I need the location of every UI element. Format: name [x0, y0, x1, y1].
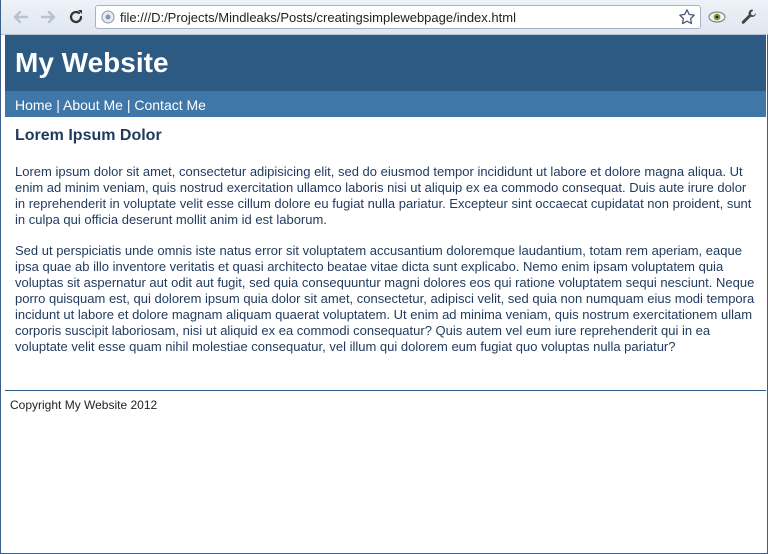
nav-link-about-me[interactable]: About Me: [63, 97, 123, 113]
site-title: My Website: [15, 47, 169, 78]
paragraph: Sed ut perspiciatis unde omnis iste natu…: [15, 243, 755, 354]
web-page: My Website Home | About Me | Contact Me …: [5, 35, 766, 551]
browser-toolbar: file:///D:/Projects/Mindleaks/Posts/crea…: [1, 0, 768, 35]
address-url[interactable]: file:///D:/Projects/Mindleaks/Posts/crea…: [120, 10, 516, 25]
main-content: Lorem Ipsum Dolor Lorem ipsum dolor sit …: [15, 127, 758, 354]
nav-link-home[interactable]: Home: [15, 97, 52, 113]
nav-separator: |: [126, 97, 131, 113]
site-footer: Copyright My Website 2012: [10, 398, 158, 412]
page-icon: [101, 10, 115, 24]
eye-icon: [708, 11, 726, 23]
site-header: My Website: [5, 35, 766, 91]
browser-window: file:///D:/Projects/Mindleaks/Posts/crea…: [0, 0, 768, 554]
nav-separator: |: [56, 97, 60, 113]
nav-links: Home | About Me | Contact Me: [15, 97, 206, 113]
forward-arrow-icon: [40, 10, 56, 24]
nav-link-contact-me[interactable]: Contact Me: [134, 97, 206, 113]
back-arrow-icon: [13, 10, 29, 24]
back-button[interactable]: [10, 6, 32, 28]
forward-button[interactable]: [37, 6, 59, 28]
settings-button[interactable]: [739, 7, 759, 27]
site-navigation: Home | About Me | Contact Me: [5, 91, 766, 117]
reload-button[interactable]: [65, 6, 87, 28]
content-heading: Lorem Ipsum Dolor: [15, 127, 162, 144]
address-bar[interactable]: file:///D:/Projects/Mindleaks/Posts/crea…: [95, 5, 701, 29]
footer-divider: [5, 390, 766, 391]
wrench-icon: [741, 9, 756, 24]
paragraph: Lorem ipsum dolor sit amet, consectetur …: [15, 164, 752, 227]
star-icon[interactable]: [678, 8, 696, 26]
reload-icon: [69, 10, 83, 24]
extension-button[interactable]: [707, 7, 727, 27]
